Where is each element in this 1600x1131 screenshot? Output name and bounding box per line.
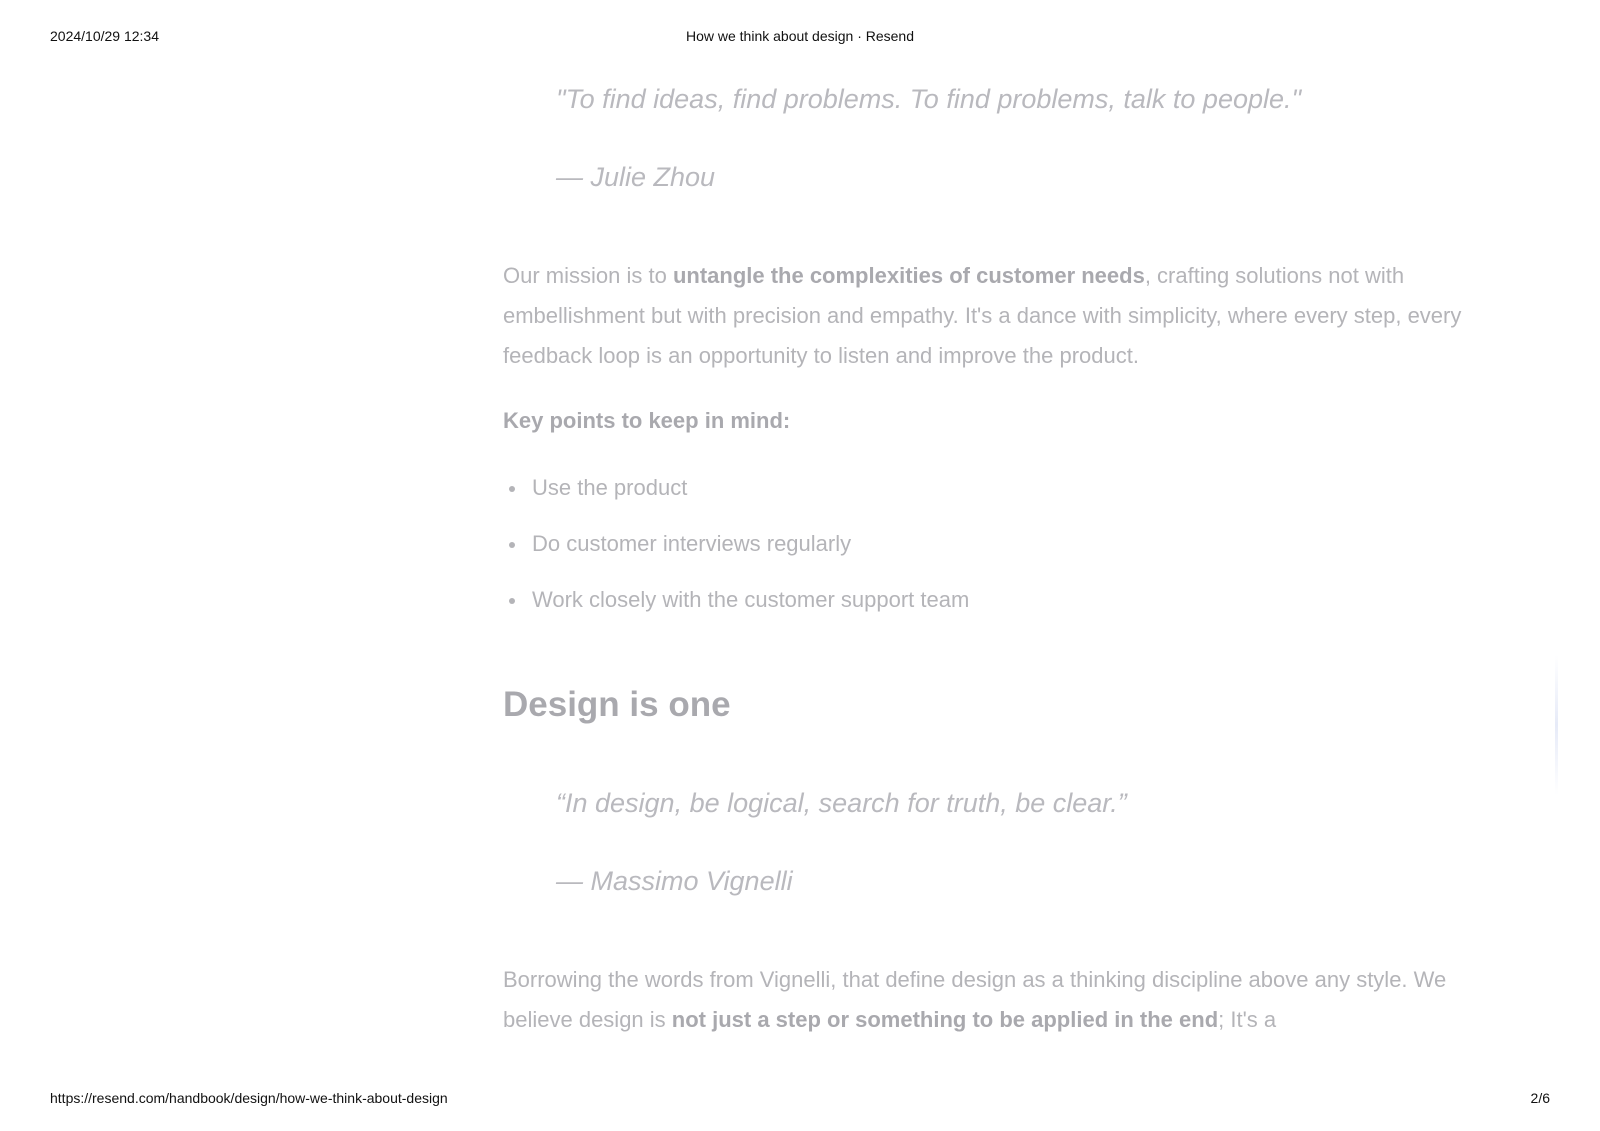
print-header: 2024/10/29 12:34 How we think about desi… (0, 28, 1600, 48)
list-item-text: Work closely with the customer support t… (532, 587, 970, 612)
print-page-title: How we think about design · Resend (685, 28, 915, 44)
scroll-indicator (1555, 655, 1558, 795)
closing-emphasis: not just a step or something to be appli… (671, 1007, 1219, 1032)
closing-paragraph: Borrowing the words from Vignelli, that … (503, 960, 1463, 1040)
print-footer: https://resend.com/handbook/design/how-w… (0, 1090, 1600, 1110)
section-heading: Design is one (503, 685, 731, 724)
quote-author-massimo-vignelli: — Massimo Vignelli (556, 866, 793, 896)
quote-author-julie-zhou: — Julie Zhou (556, 162, 716, 192)
mission-paragraph: Our mission is to untangle the complexit… (503, 256, 1463, 376)
bullet-icon (509, 542, 515, 548)
bullet-icon (509, 598, 515, 604)
bullet-icon (509, 486, 515, 492)
closing-text-end: ; It's a (1218, 1007, 1277, 1032)
mission-emphasis: untangle the complexities of customer ne… (672, 263, 1145, 288)
list-item-text: Do customer interviews regularly (532, 531, 852, 556)
key-points-label: Key points to keep in mind: (503, 408, 791, 433)
quote-massimo-vignelli: “In design, be logical, search for truth… (556, 788, 1127, 818)
quote-julie-zhou: "To find ideas, find problems. To find p… (556, 84, 1302, 114)
list-item-text: Use the product (532, 475, 688, 500)
print-url: https://resend.com/handbook/design/how-w… (50, 1090, 448, 1106)
mission-text-start: Our mission is to (503, 263, 673, 288)
print-page-number: 2/6 (1530, 1090, 1550, 1106)
